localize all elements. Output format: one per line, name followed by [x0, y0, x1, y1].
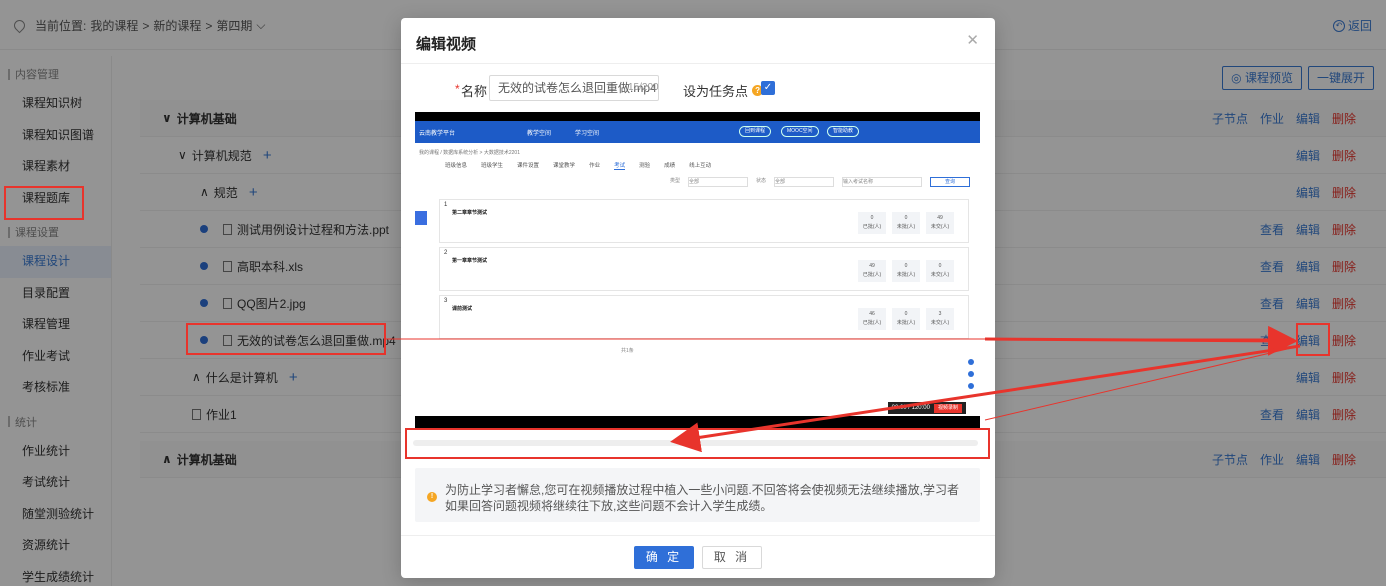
dialog-footer: 确 定 取 消 [401, 535, 995, 578]
name-label: 名称 [461, 84, 488, 99]
confirm-button[interactable]: 确 定 [634, 546, 694, 569]
task-point-label: 设为任务点? [683, 81, 764, 100]
annotation-box-video-row [186, 323, 386, 355]
record-button[interactable]: 视频录制 [933, 403, 962, 413]
video-progress-bar[interactable] [413, 440, 978, 446]
edit-video-dialog: 编辑视频 ✕ * 名称 无效的试卷怎么退回重做.mp4 15/200 设为任务点… [401, 18, 995, 578]
video-frame: 云南教学平台 教学空间 学习空间 回到课程 MOOC空间 智能助教 我的课程 /… [415, 121, 980, 416]
name-char-count: 15/200 [628, 82, 659, 93]
annotation-box-edit [1296, 323, 1330, 356]
annotation-box-sidebar [4, 186, 84, 220]
dialog-title: 编辑视频 [416, 36, 477, 53]
close-icon[interactable]: ✕ [966, 31, 979, 49]
video-time: 00:00 / 120:00 [891, 405, 930, 411]
video-card: 3 课前测试 46 已批(人) 0 未批(人) 3 未交(人) [439, 295, 969, 339]
task-point-checkbox[interactable]: ✓ [761, 81, 775, 95]
warning-icon: ! [427, 492, 437, 502]
video-card: 1 第二章章节测试 0 已批(人) 0 未批(人) 49 未交(人) [439, 199, 969, 243]
name-row: * 名称 无效的试卷怎么退回重做.mp4 15/200 设为任务点? ✓ [401, 74, 995, 104]
video-controls[interactable]: 00:00 / 120:00 视频录制 [887, 402, 966, 414]
required-mark: * [455, 82, 460, 96]
cancel-button[interactable]: 取 消 [702, 546, 762, 569]
tip-text: 为防止学习者懈怠,您可在视频播放过程中植入一些小问题.不回答将会使视频无法继续播… [445, 483, 960, 513]
video-card: 2 第一章章节测试 49 已批(人) 0 未批(人) 0 未交(人) [439, 247, 969, 291]
video-player[interactable]: 云南教学平台 教学空间 学习空间 回到课程 MOOC空间 智能助教 我的课程 /… [415, 112, 980, 428]
tip-box: ! 为防止学习者懈怠,您可在视频播放过程中植入一些小问题.不回答将会使视频无法继… [415, 468, 980, 522]
